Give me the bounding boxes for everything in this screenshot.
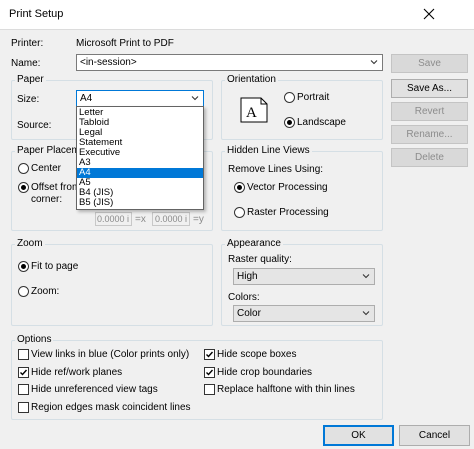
fit-to-page-radio[interactable]	[18, 261, 29, 272]
offset-label-line1: Offset from	[31, 182, 81, 193]
view-links-blue-label: View links in blue (Color prints only)	[31, 349, 190, 360]
hide-ref-planes-checkbox[interactable]	[18, 367, 29, 378]
paper-size-option-selected[interactable]: A4	[77, 168, 203, 178]
hide-scope-boxes-checkbox[interactable]	[204, 349, 215, 360]
center-radio[interactable]	[18, 163, 29, 174]
vector-processing-radio[interactable]	[234, 182, 245, 193]
offset-x-suffix: =x	[135, 214, 146, 225]
cancel-button[interactable]: Cancel	[399, 425, 470, 446]
landscape-radio[interactable]	[284, 117, 295, 128]
options-title: Options	[15, 334, 54, 345]
save-button[interactable]: Save	[391, 54, 468, 73]
name-label: Name:	[11, 58, 41, 69]
paper-size-value: A4	[80, 93, 93, 104]
name-select-value: <in-session>	[80, 57, 137, 68]
raster-processing-radio[interactable]	[234, 207, 245, 218]
colors-value: Color	[237, 308, 261, 319]
offset-y-input[interactable]: 0.0000 i	[152, 212, 190, 226]
source-label: Source:	[17, 120, 52, 131]
paper-group-title: Paper	[15, 74, 46, 85]
raster-quality-select[interactable]: High	[233, 268, 375, 285]
view-links-blue-checkbox[interactable]	[18, 349, 29, 360]
vector-processing-label: Vector Processing	[247, 182, 328, 193]
paper-size-dropdown-list: Letter Tabloid Legal Statement Executive…	[76, 106, 204, 210]
replace-halftone-label: Replace halftone with thin lines	[217, 384, 355, 395]
close-icon	[423, 8, 435, 20]
offset-radio[interactable]	[18, 182, 29, 193]
offset-label-line2: corner:	[31, 194, 63, 205]
raster-quality-value: High	[237, 271, 258, 282]
revert-button[interactable]: Revert	[391, 102, 468, 121]
ok-button[interactable]: OK	[323, 425, 394, 446]
paper-size-option[interactable]: Executive	[77, 148, 203, 158]
landscape-page-icon: A	[240, 97, 268, 123]
appearance-title: Appearance	[225, 238, 283, 249]
region-edges-label: Region edges mask coincident lines	[31, 402, 191, 413]
close-button[interactable]	[418, 3, 440, 25]
hide-ref-planes-label: Hide ref/work planes	[31, 367, 123, 378]
hide-scope-boxes-label: Hide scope boxes	[217, 349, 297, 360]
title-bar	[0, 0, 474, 29]
save-as-button[interactable]: Save As...	[391, 79, 468, 98]
region-edges-checkbox[interactable]	[18, 402, 29, 413]
portrait-label: Portrait	[297, 92, 330, 103]
paper-size-option[interactable]: B5 (JIS)	[77, 198, 203, 208]
rename-button[interactable]: Rename...	[391, 125, 468, 144]
colors-label: Colors:	[228, 292, 260, 303]
printer-label: Printer:	[11, 38, 44, 49]
name-select[interactable]: <in-session>	[76, 54, 383, 71]
portrait-radio[interactable]	[284, 92, 295, 103]
chevron-down-icon	[191, 96, 199, 101]
zoom-label: Zoom:	[31, 286, 60, 297]
hide-crop-boundaries-checkbox[interactable]	[204, 367, 215, 378]
landscape-label: Landscape	[297, 117, 346, 128]
size-label: Size:	[17, 94, 40, 105]
raster-quality-label: Raster quality:	[228, 254, 292, 265]
hide-unreferenced-tags-checkbox[interactable]	[18, 384, 29, 395]
raster-processing-label: Raster Processing	[247, 207, 329, 218]
paper-size-select[interactable]: A4	[76, 90, 204, 107]
checkmark-icon	[20, 369, 28, 376]
checkmark-icon	[206, 369, 214, 376]
zoom-title: Zoom	[15, 238, 45, 249]
orientation-group-title: Orientation	[225, 74, 278, 85]
window-title: Print Setup	[9, 8, 64, 20]
center-label: Center	[31, 163, 62, 174]
offset-x-input[interactable]: 0.0000 i	[95, 212, 132, 226]
chevron-down-icon	[362, 274, 370, 279]
delete-button[interactable]: Delete	[391, 148, 468, 167]
chevron-down-icon	[370, 60, 378, 65]
colors-select[interactable]: Color	[233, 305, 375, 322]
remove-lines-label: Remove Lines Using:	[228, 164, 324, 175]
orientation-icon-letter: A	[246, 105, 257, 121]
printer-value: Microsoft Print to PDF	[76, 38, 174, 49]
offset-y-suffix: =y	[193, 214, 204, 225]
hide-unreferenced-tags-label: Hide unreferenced view tags	[31, 384, 158, 395]
replace-halftone-checkbox[interactable]	[204, 384, 215, 395]
fit-to-page-label: Fit to page	[31, 261, 79, 272]
hide-crop-boundaries-label: Hide crop boundaries	[217, 367, 313, 378]
zoom-radio[interactable]	[18, 286, 29, 297]
zoom-group	[11, 244, 213, 326]
hidden-line-title: Hidden Line Views	[225, 145, 312, 156]
title-divider	[0, 29, 474, 30]
checkmark-icon	[206, 351, 214, 358]
paper-size-option[interactable]: A3	[77, 158, 203, 168]
chevron-down-icon	[362, 311, 370, 316]
